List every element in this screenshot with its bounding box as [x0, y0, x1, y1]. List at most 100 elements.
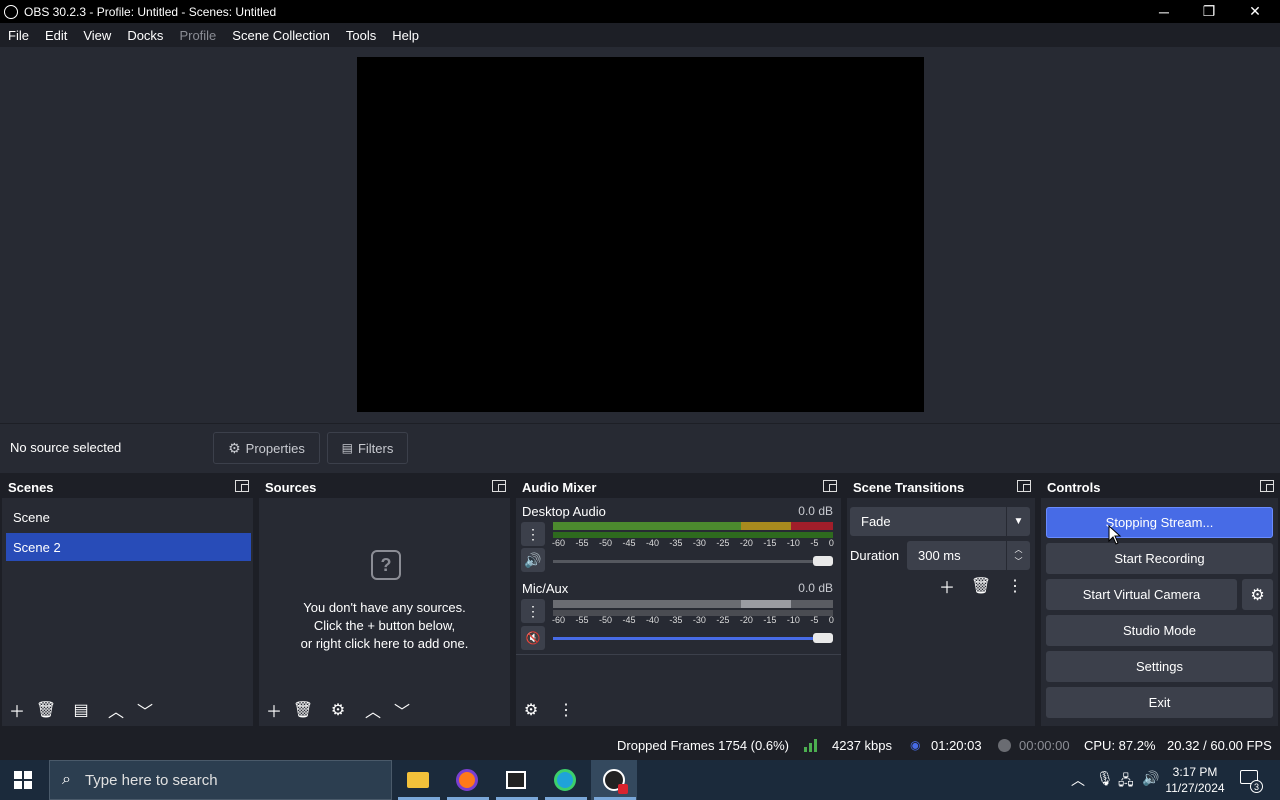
scene-item-selected[interactable]: Scene 2 [6, 533, 251, 561]
controls-header: Controls [1041, 476, 1278, 498]
undock-icon[interactable] [492, 480, 506, 492]
close-button[interactable]: ✕ [1232, 0, 1278, 23]
speaker-icon[interactable]: 🔊 [521, 548, 545, 572]
gear-icon: ⚙ [228, 439, 241, 456]
scene-filters-icon[interactable]: ▤ [69, 698, 93, 722]
minimize-button[interactable]: ─ [1141, 0, 1187, 23]
meter-tick-label: -45 [622, 615, 636, 625]
source-properties-icon[interactable]: ⚙ [326, 698, 350, 722]
scene-item[interactable]: Scene [6, 503, 251, 531]
duration-value: 300 ms [918, 548, 961, 563]
signal-bars-icon [804, 738, 820, 752]
controls-title: Controls [1047, 479, 1101, 495]
add-scene-icon[interactable]: ＋ [5, 698, 29, 722]
volume-slider[interactable] [553, 560, 833, 563]
menu-scene-collection[interactable]: Scene Collection [224, 28, 338, 43]
properties-button[interactable]: ⚙ Properties [213, 432, 320, 464]
remove-scene-icon[interactable]: 🗑 [34, 698, 58, 722]
file-explorer-icon[interactable] [395, 760, 441, 800]
channel-menu-icon[interactable]: ⋮ [521, 522, 545, 546]
stopping-stream-button[interactable]: Stopping Stream... [1046, 507, 1273, 538]
transition-select[interactable]: Fade ▼ [850, 507, 1030, 536]
sources-dock[interactable]: Sources ? You don't have any sources. Cl… [259, 476, 510, 726]
meter-tick-label: -30 [692, 538, 706, 548]
volume-meter-muted [553, 600, 741, 608]
status-bar: Dropped Frames 1754 (0.6%) 4237 kbps ◉ 0… [0, 730, 1280, 760]
move-up-icon[interactable]: ︿ [104, 698, 128, 722]
volume-icon[interactable]: 🔊 [1142, 770, 1159, 787]
transition-select-value: Fade [861, 514, 891, 529]
scene-item-label: Scene 2 [13, 539, 61, 555]
sources-header: Sources [259, 476, 510, 498]
menu-bar: File Edit View Docks Profile Scene Colle… [0, 23, 1280, 47]
filters-label: Filters [357, 440, 394, 456]
meter-tick-label: -5 [810, 615, 819, 625]
meter-tick-label: -35 [669, 538, 683, 548]
undock-icon[interactable] [823, 480, 837, 492]
channel-menu-icon[interactable]: ⋮ [521, 599, 545, 623]
volume-meter-yellow [741, 522, 791, 530]
advanced-audio-icon[interactable]: ⚙ [519, 698, 543, 722]
network-icon[interactable]: 🖧 [1118, 770, 1134, 794]
firefox-icon[interactable] [444, 760, 490, 800]
scenes-title: Scenes [8, 479, 54, 495]
filter-icon: ▤ [341, 441, 353, 455]
notification-count: 3 [1250, 780, 1263, 793]
menu-tools[interactable]: Tools [338, 28, 384, 43]
windows-start-icon[interactable] [0, 760, 46, 800]
transition-menu-icon[interactable]: ⋮ [1003, 574, 1027, 598]
studio-mode-button[interactable]: Studio Mode [1046, 615, 1273, 646]
undock-icon[interactable] [235, 480, 249, 492]
add-transition-icon[interactable]: ＋ [935, 574, 959, 598]
taskbar-search-box[interactable]: ⌕ Type here to search [49, 760, 392, 800]
move-up-icon[interactable]: ︿ [361, 698, 385, 722]
volume-slider-knob[interactable] [813, 633, 833, 643]
clock[interactable]: 3:17 PM 11/27/2024 [1163, 764, 1227, 796]
sources-empty-message: You don't have any sources. Click the + … [259, 599, 510, 653]
menu-file[interactable]: File [0, 28, 37, 43]
filters-button[interactable]: ▤ Filters [327, 432, 408, 464]
dropped-frames: Dropped Frames 1754 (0.6%) [617, 737, 789, 753]
exit-button[interactable]: Exit [1046, 687, 1273, 718]
menu-edit[interactable]: Edit [37, 28, 75, 43]
show-hidden-icons[interactable]: ︿ [1071, 770, 1085, 790]
search-placeholder: Type here to search [84, 771, 218, 789]
menu-view[interactable]: View [75, 28, 119, 43]
muted-speaker-icon[interactable]: 🔇 [521, 626, 545, 650]
spin-arrows-icon[interactable]: ︿ ﹀ [1006, 541, 1030, 570]
microphone-icon[interactable]: 🎙 [1096, 770, 1114, 787]
start-virtual-camera-button[interactable]: Start Virtual Camera [1046, 579, 1237, 610]
volume-slider[interactable] [553, 637, 833, 640]
duration-spinbox[interactable]: 300 ms ︿ ﹀ [907, 541, 1030, 570]
mixer-menu-icon[interactable]: ⋮ [554, 698, 578, 722]
question-icon: ? [371, 550, 401, 580]
menu-help[interactable]: Help [384, 28, 427, 43]
remove-transition-icon[interactable]: 🗑 [969, 574, 993, 598]
obs-taskbar-icon[interactable] [591, 760, 637, 800]
clock-time: 3:17 PM [1172, 765, 1218, 779]
channel-name: Desktop Audio [522, 504, 606, 519]
meter-tick-label: -25 [716, 615, 730, 625]
move-down-icon[interactable]: ﹀ [133, 698, 157, 722]
volume-slider-knob[interactable] [813, 556, 833, 566]
start-recording-button[interactable]: Start Recording [1046, 543, 1273, 574]
preview-canvas[interactable] [357, 57, 924, 412]
notification-center-icon[interactable]: 3 [1238, 768, 1263, 793]
meter-tick-label: -15 [763, 615, 777, 625]
add-source-icon[interactable]: ＋ [262, 698, 286, 722]
undock-icon[interactable] [1260, 480, 1274, 492]
scene-transitions-dock: Scene Transitions Fade ▼ Duration 300 ms… [847, 476, 1035, 726]
move-down-icon[interactable]: ﹀ [390, 698, 414, 722]
video-editor-icon[interactable] [493, 760, 539, 800]
undock-icon[interactable] [1017, 480, 1031, 492]
virtual-camera-settings-icon[interactable]: ⚙ [1242, 579, 1273, 610]
sources-empty-line: or right click here to add one. [300, 636, 469, 651]
restore-button[interactable]: ❐ [1186, 0, 1232, 23]
settings-button[interactable]: Settings [1046, 651, 1273, 682]
menu-profile[interactable]: Profile [171, 28, 224, 43]
menu-docks[interactable]: Docks [119, 28, 171, 43]
search-icon: ⌕ [62, 771, 71, 788]
edge-icon[interactable] [542, 760, 588, 800]
meter-tick-label: 0 [828, 615, 834, 625]
remove-source-icon[interactable]: 🗑 [291, 698, 315, 722]
